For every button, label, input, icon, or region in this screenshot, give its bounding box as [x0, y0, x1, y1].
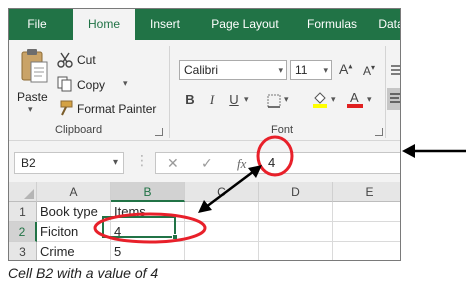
annotation-overlay — [93, 135, 466, 244]
pointer-arrowhead — [402, 144, 415, 158]
caption: Cell B2 with a value of 4 — [8, 265, 159, 281]
cell-value-highlight-circle — [93, 212, 207, 244]
formula-value-highlight-circle — [256, 135, 294, 177]
connector-arrowhead-down — [198, 200, 212, 213]
connector-arrow — [201, 167, 259, 211]
connector-arrowhead-up — [248, 165, 262, 178]
